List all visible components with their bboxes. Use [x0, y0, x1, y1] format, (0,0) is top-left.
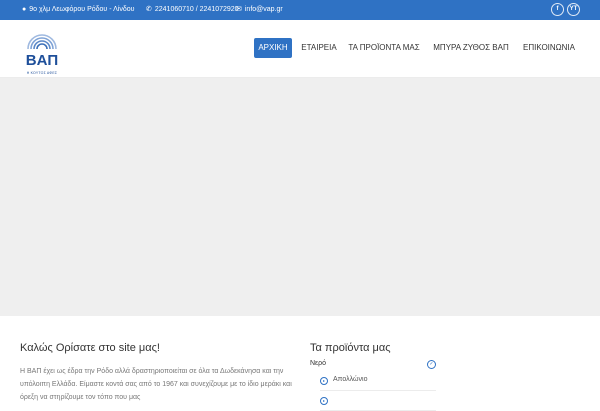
- envelope-icon: ✉: [236, 6, 242, 13]
- welcome-heading: Καλώς Ορίσατε στο site μας!: [20, 342, 160, 354]
- category-water[interactable]: Νερό ✓: [310, 360, 436, 372]
- logo-tagline: Η ΚΟΥΤΟΣ ΑΦΕΣ: [26, 71, 58, 75]
- phone-info[interactable]: ✆ 2241060710 / 2241072920: [146, 6, 239, 13]
- welcome-paragraph: Η ΒΑΠ έχει ως έδρα την Ρόδο αλλά δραστηρ…: [20, 368, 292, 401]
- location-pin-icon: ●: [22, 6, 27, 13]
- vap-logo[interactable]: ΒΑΠ: [22, 27, 62, 71]
- address-info: ● 9ο χλμ Λεωφόρου Ρόδου - Λίνδου: [22, 6, 134, 13]
- nav-company[interactable]: ΕΤΑΙΡΕΙΑ: [299, 38, 339, 58]
- nav-beer[interactable]: ΜΠΥΡΑ ΖΥΘΟΣ ΒΑΠ: [432, 38, 510, 58]
- category-label[interactable]: Νερό: [310, 360, 326, 367]
- product-item-next[interactable]: ▸: [320, 396, 436, 411]
- nav-home[interactable]: ΑΡΧΙΚΗ: [254, 38, 292, 58]
- chevron-down-icon[interactable]: ✓: [427, 360, 436, 369]
- facebook-icon[interactable]: f: [551, 3, 564, 16]
- nav-products[interactable]: ΤΑ ΠΡΟΪΟΝΤΑ ΜΑΣ: [347, 38, 421, 58]
- products-heading: Τα προϊόντα μας: [310, 342, 391, 354]
- email-info[interactable]: ✉ info@vap.gr: [236, 6, 283, 13]
- product-label[interactable]: Απολλώνιο: [333, 376, 367, 383]
- phone-icon: ✆: [146, 6, 152, 13]
- hero-slider[interactable]: [0, 78, 600, 316]
- youtube-icon[interactable]: YT: [567, 3, 580, 16]
- arrow-right-icon: ▸: [320, 377, 328, 385]
- logo-wordmark: ΒΑΠ: [26, 52, 59, 69]
- phone-text[interactable]: 2241060710 / 2241072920: [155, 6, 239, 13]
- arrow-right-icon: ▸: [320, 397, 328, 405]
- nav-contact[interactable]: ΕΠΙΚΟΙΝΩΝΙΑ: [521, 38, 577, 58]
- top-info-bar: ● 9ο χλμ Λεωφόρου Ρόδου - Λίνδου ✆ 22410…: [0, 0, 600, 20]
- site-header: ΒΑΠ Η ΚΟΥΤΟΣ ΑΦΕΣ ΑΡΧΙΚΗ ΕΤΑΙΡΕΙΑ ΤΑ ΠΡΟ…: [0, 20, 600, 78]
- product-item-apollonio[interactable]: ▸ Απολλώνιο: [320, 376, 436, 391]
- email-text[interactable]: info@vap.gr: [245, 6, 283, 13]
- address-text: 9ο χλμ Λεωφόρου Ρόδου - Λίνδου: [29, 6, 135, 13]
